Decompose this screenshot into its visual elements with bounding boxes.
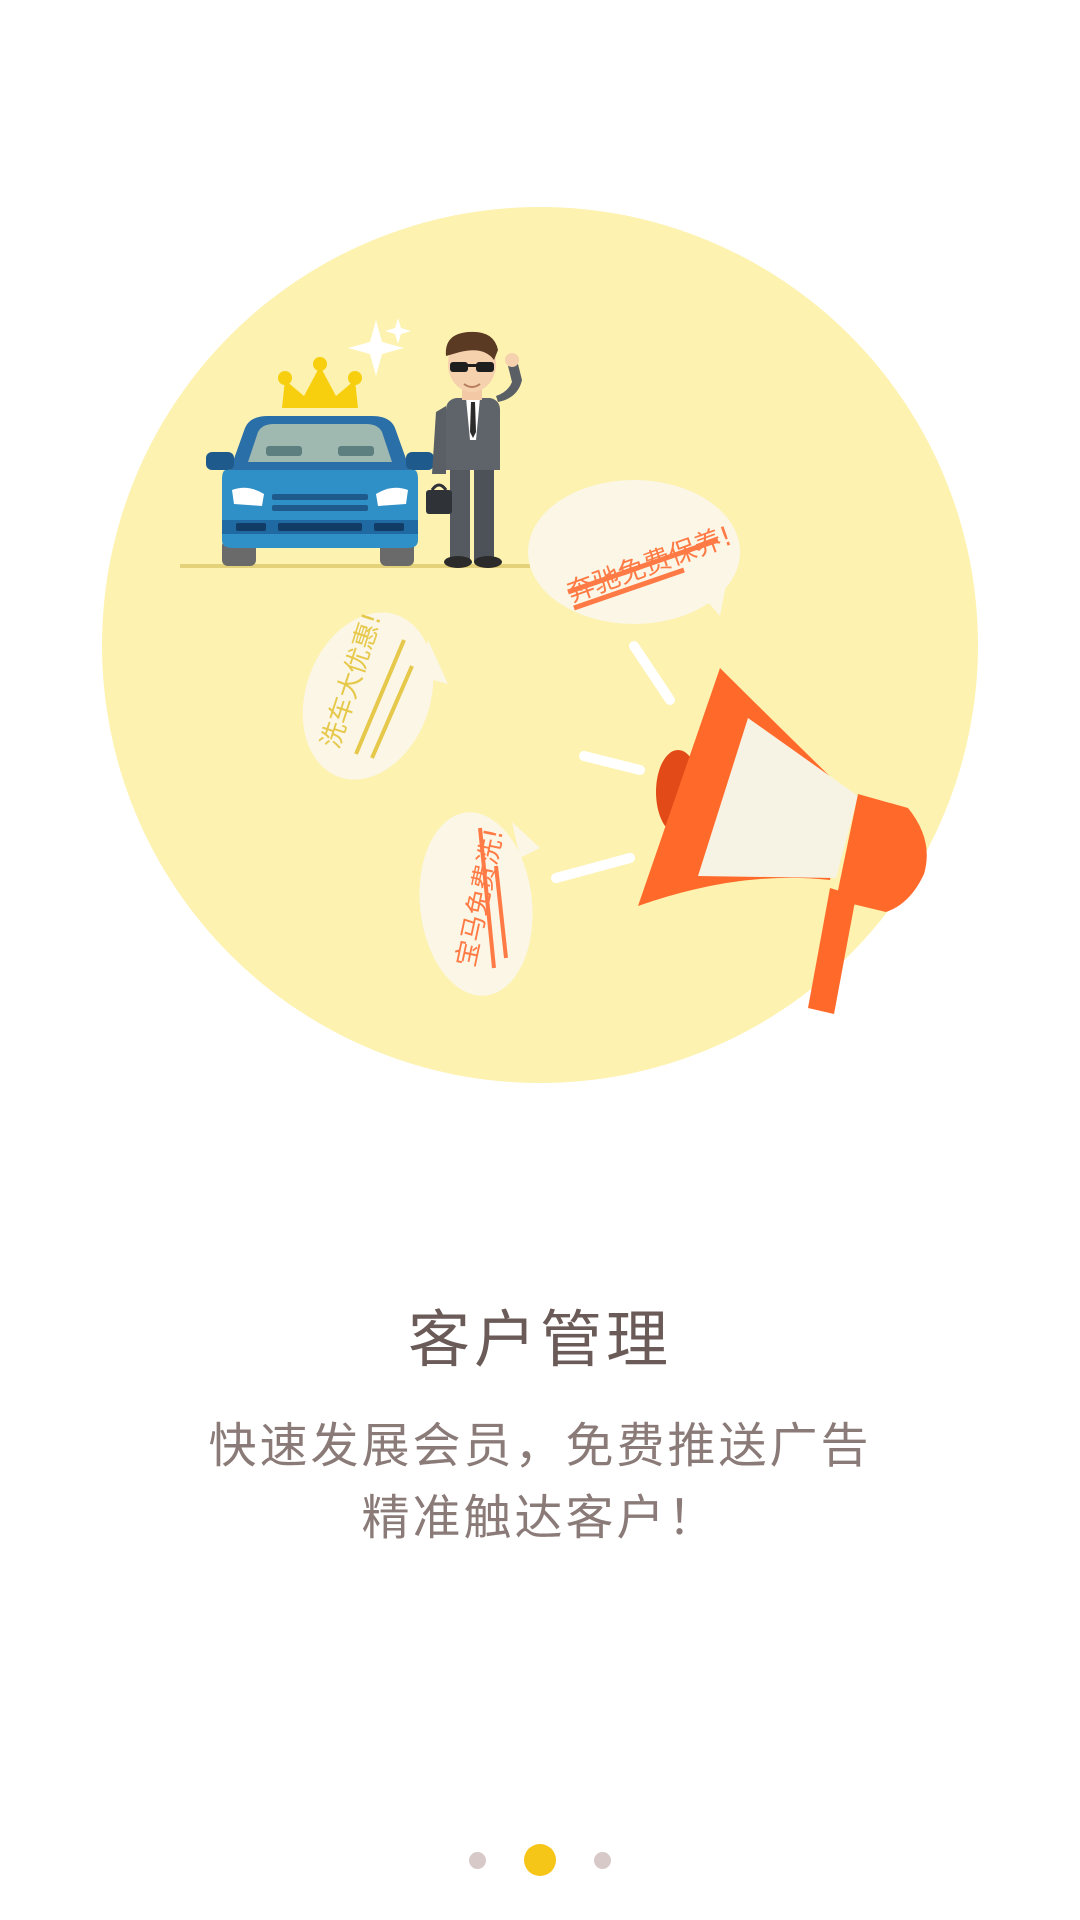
background-circle: [102, 207, 978, 1083]
customer-management-illustration: 奔驰免费保养! 洗车大优惠! 宝马免费洗!: [102, 207, 978, 1083]
page-indicator: [0, 1840, 1080, 1880]
page-description: 快速发展会员，免费推送广告 精准触达客户！: [0, 1410, 1080, 1554]
page-title: 客户管理: [407, 1303, 672, 1376]
page-dot-1[interactable]: [469, 1851, 486, 1869]
page-dot-2-active[interactable]: [524, 1844, 556, 1876]
description-line-1: 快速发展会员，免费推送广告: [208, 1418, 872, 1474]
description-line-2: 精准触达客户！: [361, 1490, 719, 1546]
speech-bubble-mercedes: 奔驰免费保养!: [528, 480, 740, 624]
page-dot-3[interactable]: [594, 1851, 611, 1869]
onboarding-screen: 奔驰免费保养! 洗车大优惠! 宝马免费洗!: [0, 0, 1080, 1920]
